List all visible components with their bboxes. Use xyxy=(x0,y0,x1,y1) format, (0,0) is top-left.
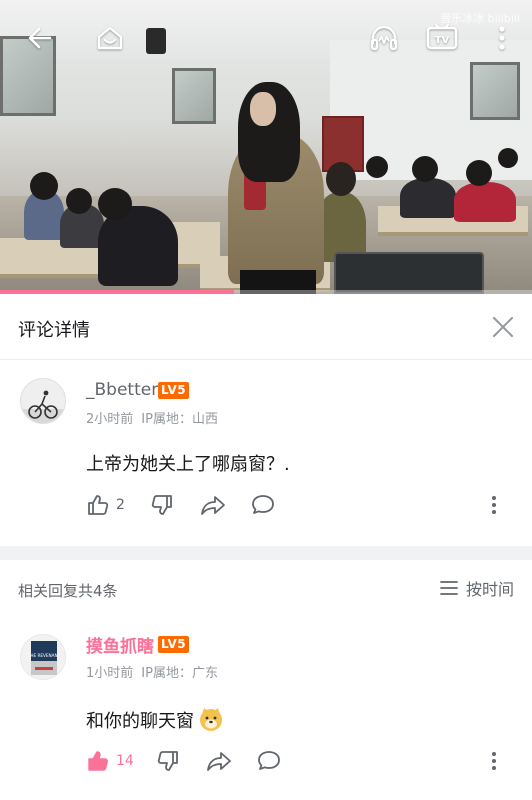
comment-meta: 2小时前 IP属地：山西 xyxy=(86,408,218,427)
comment-more-button[interactable] xyxy=(482,492,506,518)
comment-bubble-icon xyxy=(258,751,280,770)
reply-text-row[interactable]: 和你的聊天窗 xyxy=(86,706,224,733)
more-vertical-icon xyxy=(499,26,505,50)
movie-poster-avatar-icon: THE REVENANT xyxy=(21,635,65,679)
like-count: 14 xyxy=(116,753,134,769)
like-count: 2 xyxy=(116,497,125,513)
list-sort-icon xyxy=(440,581,458,595)
reply-comment: THE REVENANT 摸鱼抓瞎 LV5 1小时前 IP属地：广东 和你的聊天窗… xyxy=(0,616,532,800)
like-button[interactable]: 2 xyxy=(86,492,125,518)
comment-text: 和你的聊天窗 xyxy=(86,711,194,732)
video-player[interactable]: 音乐冰冰 bilibili TV xyxy=(0,0,532,294)
thumbs-up-filled-icon xyxy=(88,751,108,771)
arrow-left-icon xyxy=(28,27,52,49)
level-badge: LV5 xyxy=(158,636,190,653)
sort-by-time-button[interactable]: 按时间 xyxy=(440,576,514,600)
home-button[interactable] xyxy=(88,16,132,60)
comment-detail-page: 音乐冰冰 bilibili TV 评论详情 _Bbetter LV5 2小时前 … xyxy=(0,0,532,800)
close-icon xyxy=(493,317,513,337)
comment-time: 1小时前 xyxy=(86,666,134,681)
home-icon xyxy=(97,26,123,50)
close-button[interactable] xyxy=(488,312,518,342)
replies-header: 相关回复共4条 按时间 xyxy=(0,560,532,616)
comment-username[interactable]: 摸鱼抓瞎 xyxy=(86,632,154,657)
video-more-button[interactable] xyxy=(480,16,524,60)
comment-ip-location: IP属地：山西 xyxy=(141,412,218,427)
comment-meta: 1小时前 IP属地：广东 xyxy=(86,662,218,681)
thumbs-up-icon xyxy=(88,495,109,515)
doge-emoji-icon xyxy=(198,706,224,732)
avatar-caption: THE REVENANT xyxy=(27,653,61,658)
replies-count-title: 相关回复共4条 xyxy=(18,582,118,600)
share-button[interactable] xyxy=(206,748,232,774)
section-divider xyxy=(0,546,532,560)
comment-username[interactable]: _Bbetter xyxy=(86,380,158,400)
comment-actions: 2 xyxy=(86,492,506,518)
headphones-icon xyxy=(370,25,398,51)
cast-tv-button[interactable]: TV xyxy=(420,16,464,60)
comment-detail-header: 评论详情 xyxy=(0,294,532,360)
share-button[interactable] xyxy=(200,492,226,518)
listen-mode-button[interactable] xyxy=(362,16,406,60)
thumbs-down-icon xyxy=(151,495,172,515)
back-button[interactable] xyxy=(18,16,62,60)
share-arrow-icon xyxy=(201,496,225,515)
main-comment: _Bbetter LV5 2小时前 IP属地：山西 上帝为她关上了哪扇窗？. 2 xyxy=(0,360,532,546)
comment-bubble-icon xyxy=(252,495,274,514)
comment-more-button[interactable] xyxy=(482,748,506,774)
tv-cast-icon: TV xyxy=(426,24,458,50)
reply-button[interactable] xyxy=(250,492,276,518)
cyclist-avatar-icon xyxy=(21,379,65,423)
sheet-title: 评论详情 xyxy=(18,320,90,341)
sort-label: 按时间 xyxy=(465,580,514,599)
comment-time: 2小时前 xyxy=(86,412,134,427)
level-badge: LV5 xyxy=(158,382,190,399)
dislike-button[interactable] xyxy=(150,492,174,518)
avatar[interactable]: THE REVENANT xyxy=(20,634,66,680)
avatar[interactable] xyxy=(20,378,66,424)
like-button[interactable]: 14 xyxy=(86,748,134,774)
dislike-button[interactable] xyxy=(156,748,180,774)
comment-ip-location: IP属地：广东 xyxy=(141,666,218,681)
reply-button[interactable] xyxy=(256,748,282,774)
svg-text:TV: TV xyxy=(435,35,450,46)
share-arrow-icon xyxy=(207,752,231,771)
comment-actions: 14 xyxy=(86,748,506,774)
thumbs-down-icon xyxy=(157,751,178,771)
comment-text[interactable]: 上帝为她关上了哪扇窗？. xyxy=(86,450,290,476)
